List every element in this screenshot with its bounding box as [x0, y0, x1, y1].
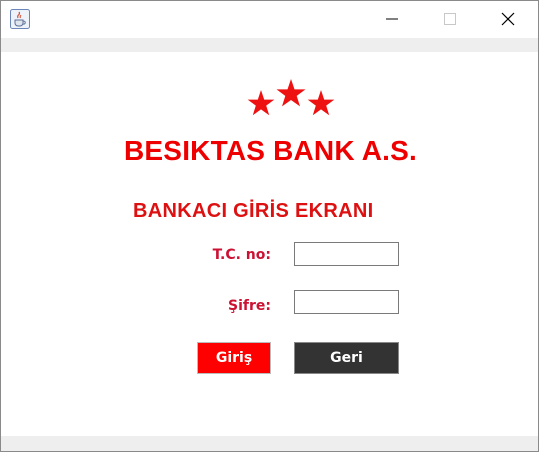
bank-name-title: BESIKTAS BANK A.S.	[124, 135, 417, 166]
maximize-button[interactable]	[421, 1, 479, 37]
menu-bar	[1, 38, 538, 52]
star-icon	[247, 90, 275, 116]
minimize-icon	[386, 18, 398, 20]
minimize-button[interactable]	[363, 1, 421, 37]
geri-button[interactable]: Geri	[294, 342, 399, 374]
star-icon	[276, 79, 306, 107]
tc-no-input[interactable]	[294, 242, 399, 266]
title-bar[interactable]	[1, 1, 538, 38]
tc-no-label: T.C. no:	[212, 247, 271, 263]
application-window: BESIKTAS BANK A.S. BANKACI GİRİS EKRANI …	[0, 0, 539, 452]
sifre-input[interactable]	[294, 290, 399, 314]
close-icon	[501, 12, 515, 26]
bottom-bar	[1, 436, 538, 451]
sifre-label: Şifre:	[228, 298, 271, 314]
close-button[interactable]	[479, 1, 537, 37]
star-icon	[307, 90, 335, 116]
maximize-icon	[444, 13, 456, 25]
screen-title: BANKACI GİRİS EKRANI	[133, 200, 374, 222]
bank-logo-stars	[245, 78, 337, 118]
giris-button[interactable]: Giriş	[197, 342, 271, 374]
login-panel: BESIKTAS BANK A.S. BANKACI GİRİS EKRANI …	[1, 52, 538, 436]
java-cup-icon[interactable]	[10, 9, 30, 29]
